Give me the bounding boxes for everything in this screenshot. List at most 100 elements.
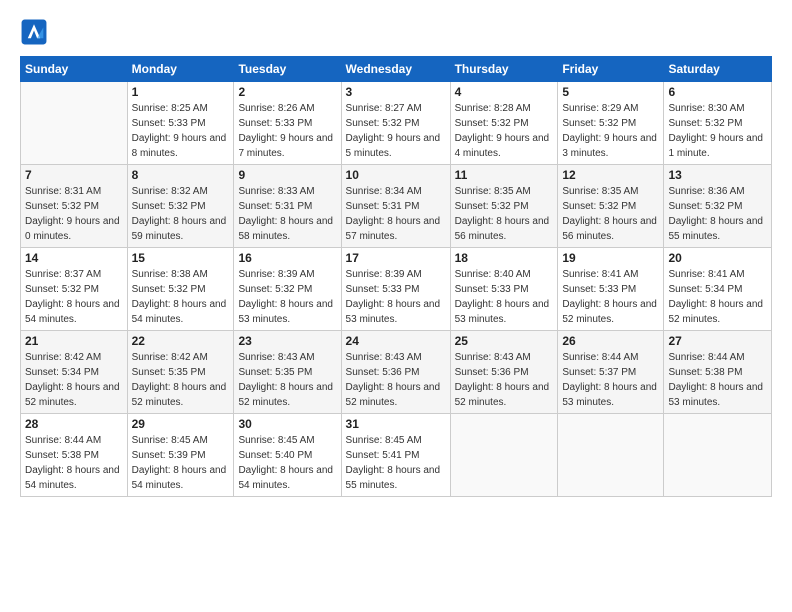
day-detail: Sunrise: 8:40 AMSunset: 5:33 PMDaylight:… — [455, 267, 554, 327]
week-row-5: 28 Sunrise: 8:44 AMSunset: 5:38 PMDayligh… — [21, 414, 772, 497]
day-detail: Sunrise: 8:42 AMSunset: 5:35 PMDaylight:… — [132, 350, 230, 410]
day-cell — [21, 82, 128, 165]
week-row-3: 14Sunrise: 8:37 AMSunset: 5:32 PMDayligh… — [21, 248, 772, 331]
day-cell — [664, 414, 772, 497]
day-number: 31 — [346, 417, 446, 431]
day-cell: 30Sunrise: 8:45 AMSunset: 5:40 PMDayligh… — [234, 414, 341, 497]
day-cell: 6 Sunrise: 8:30 AMSunset: 5:32 PMDaylight… — [664, 82, 772, 165]
day-cell: 1 Sunrise: 8:25 AMSunset: 5:33 PMDaylight… — [127, 82, 234, 165]
day-number: 3 — [346, 85, 446, 99]
day-cell: 21 Sunrise: 8:42 AMSunset: 5:34 PMDayligh… — [21, 331, 128, 414]
day-cell: 15 Sunrise: 8:38 AMSunset: 5:32 PMDayligh… — [127, 248, 234, 331]
day-detail: Sunrise: 8:39 AMSunset: 5:32 PMDaylight:… — [238, 267, 336, 327]
day-cell: 27 Sunrise: 8:44 AMSunset: 5:38 PMDayligh… — [664, 331, 772, 414]
day-number: 26 — [562, 334, 659, 348]
day-number: 11 — [455, 168, 554, 182]
day-detail: Sunrise: 8:35 AMSunset: 5:32 PMDaylight:… — [562, 184, 659, 244]
day-detail: Sunrise: 8:43 AMSunset: 5:36 PMDaylight:… — [455, 350, 554, 410]
day-detail: Sunrise: 8:44 AMSunset: 5:38 PMDaylight:… — [668, 350, 767, 410]
day-detail: Sunrise: 8:33 AMSunset: 5:31 PMDaylight:… — [238, 184, 336, 244]
weekday-header-wednesday: Wednesday — [341, 57, 450, 82]
day-number: 13 — [668, 168, 767, 182]
day-detail: Sunrise: 8:32 AMSunset: 5:32 PMDaylight:… — [132, 184, 230, 244]
day-cell: 31 Sunrise: 8:45 AMSunset: 5:41 PMDayligh… — [341, 414, 450, 497]
day-cell: 4 Sunrise: 8:28 AMSunset: 5:32 PMDaylight… — [450, 82, 558, 165]
day-number: 4 — [455, 85, 554, 99]
day-number: 28 — [25, 417, 123, 431]
day-number: 16 — [238, 251, 336, 265]
day-cell: 13 Sunrise: 8:36 AMSunset: 5:32 PMDayligh… — [664, 165, 772, 248]
day-cell: 2 Sunrise: 8:26 AMSunset: 5:33 PMDaylight… — [234, 82, 341, 165]
day-detail: Sunrise: 8:37 AMSunset: 5:32 PMDaylight:… — [25, 267, 123, 327]
day-number: 15 — [132, 251, 230, 265]
day-detail: Sunrise: 8:34 AMSunset: 5:31 PMDaylight:… — [346, 184, 446, 244]
day-number: 25 — [455, 334, 554, 348]
page-header — [20, 18, 772, 46]
day-cell: 14Sunrise: 8:37 AMSunset: 5:32 PMDayligh… — [21, 248, 128, 331]
day-cell: 22 Sunrise: 8:42 AMSunset: 5:35 PMDayligh… — [127, 331, 234, 414]
day-detail: Sunrise: 8:38 AMSunset: 5:32 PMDaylight:… — [132, 267, 230, 327]
day-cell: 16 Sunrise: 8:39 AMSunset: 5:32 PMDayligh… — [234, 248, 341, 331]
day-cell: 7Sunrise: 8:31 AMSunset: 5:32 PMDaylight… — [21, 165, 128, 248]
weekday-header-tuesday: Tuesday — [234, 57, 341, 82]
day-cell: 17 Sunrise: 8:39 AMSunset: 5:33 PMDayligh… — [341, 248, 450, 331]
weekday-header-thursday: Thursday — [450, 57, 558, 82]
day-number: 27 — [668, 334, 767, 348]
day-detail: Sunrise: 8:29 AMSunset: 5:32 PMDaylight:… — [562, 101, 659, 161]
calendar-table: SundayMondayTuesdayWednesdayThursdayFrid… — [20, 56, 772, 497]
day-detail: Sunrise: 8:41 AMSunset: 5:33 PMDaylight:… — [562, 267, 659, 327]
day-cell: 29 Sunrise: 8:45 AMSunset: 5:39 PMDayligh… — [127, 414, 234, 497]
day-cell: 9 Sunrise: 8:33 AMSunset: 5:31 PMDaylight… — [234, 165, 341, 248]
day-cell: 12 Sunrise: 8:35 AMSunset: 5:32 PMDayligh… — [558, 165, 664, 248]
day-number: 1 — [132, 85, 230, 99]
day-number: 5 — [562, 85, 659, 99]
day-detail: Sunrise: 8:26 AMSunset: 5:33 PMDaylight:… — [238, 101, 336, 161]
day-detail: Sunrise: 8:45 AMSunset: 5:39 PMDaylight:… — [132, 433, 230, 493]
calendar-page: SundayMondayTuesdayWednesdayThursdayFrid… — [0, 0, 792, 612]
day-number: 22 — [132, 334, 230, 348]
day-cell: 3Sunrise: 8:27 AMSunset: 5:32 PMDaylight… — [341, 82, 450, 165]
day-detail: Sunrise: 8:44 AMSunset: 5:37 PMDaylight:… — [562, 350, 659, 410]
day-cell — [450, 414, 558, 497]
day-detail: Sunrise: 8:35 AMSunset: 5:32 PMDaylight:… — [455, 184, 554, 244]
day-detail: Sunrise: 8:45 AMSunset: 5:41 PMDaylight:… — [346, 433, 446, 493]
day-number: 21 — [25, 334, 123, 348]
day-cell: 20Sunrise: 8:41 AMSunset: 5:34 PMDayligh… — [664, 248, 772, 331]
day-detail: Sunrise: 8:43 AMSunset: 5:36 PMDaylight:… — [346, 350, 446, 410]
day-number: 29 — [132, 417, 230, 431]
day-number: 17 — [346, 251, 446, 265]
day-number: 19 — [562, 251, 659, 265]
day-detail: Sunrise: 8:43 AMSunset: 5:35 PMDaylight:… — [238, 350, 336, 410]
day-cell — [558, 414, 664, 497]
day-number: 23 — [238, 334, 336, 348]
day-number: 18 — [455, 251, 554, 265]
day-detail: Sunrise: 8:39 AMSunset: 5:33 PMDaylight:… — [346, 267, 446, 327]
day-number: 6 — [668, 85, 767, 99]
day-cell: 26 Sunrise: 8:44 AMSunset: 5:37 PMDayligh… — [558, 331, 664, 414]
day-number: 2 — [238, 85, 336, 99]
day-cell: 23 Sunrise: 8:43 AMSunset: 5:35 PMDayligh… — [234, 331, 341, 414]
day-number: 12 — [562, 168, 659, 182]
day-cell: 28 Sunrise: 8:44 AMSunset: 5:38 PMDayligh… — [21, 414, 128, 497]
day-detail: Sunrise: 8:25 AMSunset: 5:33 PMDaylight:… — [132, 101, 230, 161]
day-detail: Sunrise: 8:44 AMSunset: 5:38 PMDaylight:… — [25, 433, 123, 493]
day-number: 24 — [346, 334, 446, 348]
day-cell: 24 Sunrise: 8:43 AMSunset: 5:36 PMDayligh… — [341, 331, 450, 414]
day-detail: Sunrise: 8:45 AMSunset: 5:40 PMDaylight:… — [238, 433, 336, 493]
day-number: 9 — [238, 168, 336, 182]
day-number: 8 — [132, 168, 230, 182]
day-detail: Sunrise: 8:28 AMSunset: 5:32 PMDaylight:… — [455, 101, 554, 161]
week-row-1: 1 Sunrise: 8:25 AMSunset: 5:33 PMDaylight… — [21, 82, 772, 165]
weekday-header-saturday: Saturday — [664, 57, 772, 82]
day-detail: Sunrise: 8:42 AMSunset: 5:34 PMDaylight:… — [25, 350, 123, 410]
day-cell: 18 Sunrise: 8:40 AMSunset: 5:33 PMDayligh… — [450, 248, 558, 331]
week-row-4: 21 Sunrise: 8:42 AMSunset: 5:34 PMDayligh… — [21, 331, 772, 414]
weekday-header-sunday: Sunday — [21, 57, 128, 82]
week-row-2: 7Sunrise: 8:31 AMSunset: 5:32 PMDaylight… — [21, 165, 772, 248]
logo-icon — [20, 18, 48, 46]
day-number: 20 — [668, 251, 767, 265]
day-detail: Sunrise: 8:30 AMSunset: 5:32 PMDaylight:… — [668, 101, 767, 161]
weekday-header-monday: Monday — [127, 57, 234, 82]
day-detail: Sunrise: 8:36 AMSunset: 5:32 PMDaylight:… — [668, 184, 767, 244]
day-cell: 19 Sunrise: 8:41 AMSunset: 5:33 PMDayligh… — [558, 248, 664, 331]
